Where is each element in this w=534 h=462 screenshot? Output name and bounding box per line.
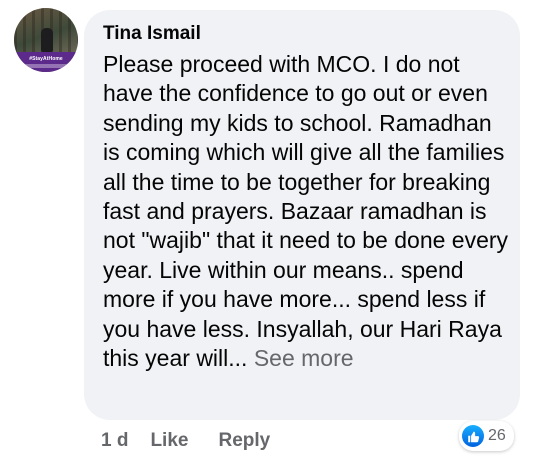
comment-bubble: Tina Ismail Please proceed with MCO. I d… (84, 10, 520, 420)
comment-timestamp[interactable]: 1 d (101, 430, 128, 452)
see-more-link[interactable]: See more (254, 345, 354, 371)
avatar-frame (14, 52, 78, 72)
thumbs-up-icon (467, 431, 479, 442)
like-icon (462, 425, 484, 447)
comment-text: Please proceed with MCO. I do not have t… (103, 50, 513, 373)
avatar-person (41, 28, 53, 52)
reaction-summary[interactable]: 26 (459, 421, 514, 451)
comment-body: Please proceed with MCO. I do not have t… (103, 51, 509, 372)
avatar-frame-subtext (20, 64, 72, 68)
comment-author[interactable]: Tina Ismail (103, 22, 201, 46)
comment-actions: 1 d Like Reply (101, 428, 270, 454)
reply-button[interactable]: Reply (218, 430, 270, 452)
reaction-count: 26 (488, 427, 506, 444)
like-button[interactable]: Like (150, 430, 188, 452)
avatar-frame-text: #StayAtHome (29, 56, 63, 62)
comment-thread: #StayAtHome Tina Ismail Please proceed w… (0, 0, 534, 462)
avatar[interactable]: #StayAtHome (14, 8, 78, 72)
